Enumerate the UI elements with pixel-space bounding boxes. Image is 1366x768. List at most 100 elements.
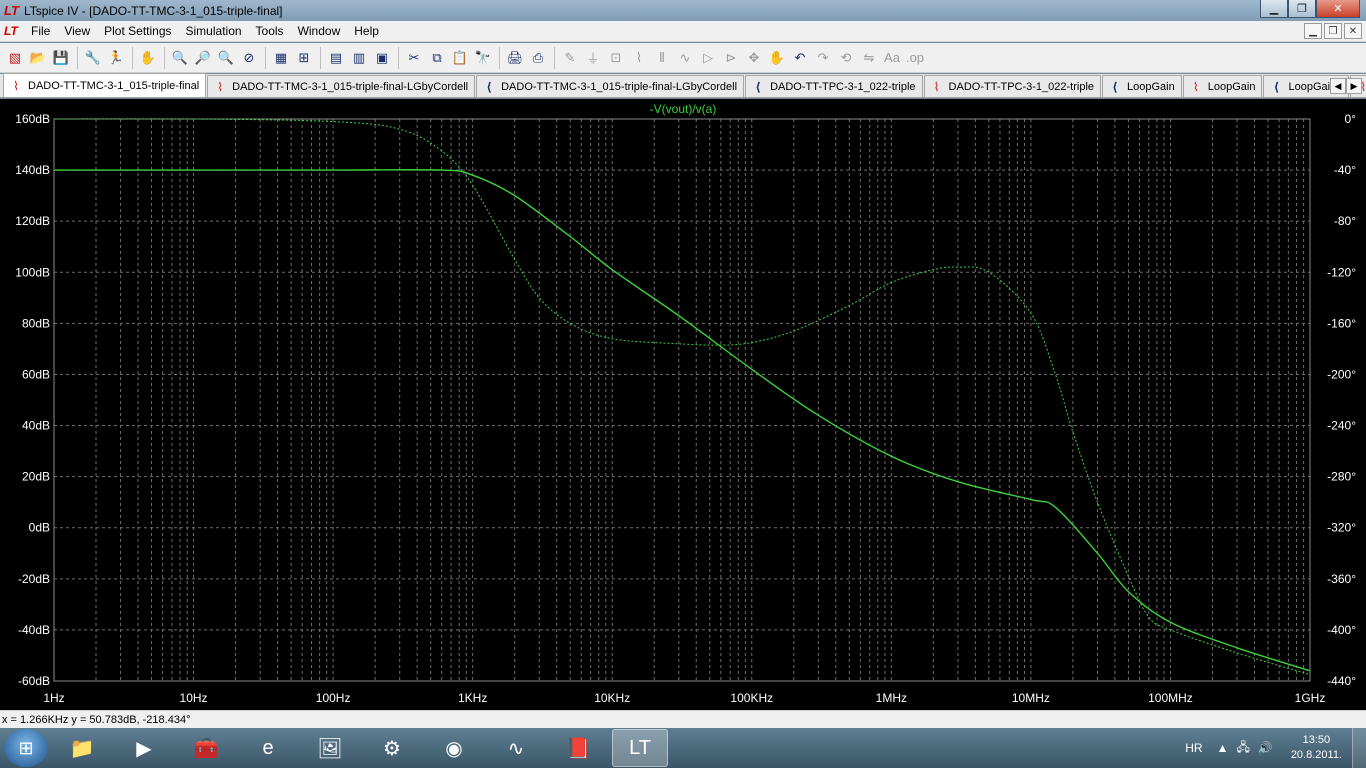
tab-label: LoopGain	[1127, 80, 1175, 93]
doc-restore-button[interactable]: ❐	[1324, 23, 1342, 39]
pinned-apps: 📁 ▶ 🧰 e 🖼 ⚙ ◉ ∿ 📕 LT	[48, 729, 668, 767]
tool-icon[interactable]: ⚙	[364, 729, 420, 767]
toolbar-separator	[77, 46, 78, 69]
tab-label: DADO-TT-TPC-3-1_022-triple	[770, 80, 916, 93]
menu-window[interactable]: Window	[291, 22, 348, 41]
tab-scroll-right-button[interactable]: ▶	[1346, 78, 1362, 94]
tab-6[interactable]: ⟨ LoopGain	[1102, 75, 1182, 97]
component-icon[interactable]: ⊳	[720, 47, 742, 69]
text-icon[interactable]: Aa	[881, 47, 903, 69]
cascade-icon[interactable]: ▥	[348, 47, 370, 69]
tab-4[interactable]: ⟨ DADO-TT-TPC-3-1_022-triple	[745, 75, 923, 97]
y-right-tick-label: -240°	[1327, 419, 1356, 433]
undo-icon[interactable]: ↶	[789, 47, 811, 69]
toolbar-separator	[398, 46, 399, 69]
pan-icon[interactable]: ✋	[137, 47, 159, 69]
doc-close-button[interactable]: ✕	[1344, 23, 1362, 39]
network-icon[interactable]: 🖧	[1236, 738, 1249, 759]
tab-5[interactable]: ⌇ DADO-TT-TPC-3-1_022-triple	[923, 75, 1102, 97]
show-desktop-button[interactable]	[1352, 728, 1366, 768]
copy-icon[interactable]: ⧉	[426, 47, 448, 69]
tab-7[interactable]: ⌇ LoopGain	[1182, 75, 1263, 97]
tab-3[interactable]: ⟨ DADO-TT-TMC-3-1_015-triple-final-LGbyCo…	[476, 75, 745, 97]
waveform-icon: ⌇	[933, 79, 940, 94]
language-indicator[interactable]: HR	[1185, 741, 1202, 755]
move-icon[interactable]: ✥	[743, 47, 765, 69]
explorer-icon[interactable]: 📁	[54, 729, 110, 767]
close-button[interactable]: ✕	[1316, 0, 1360, 18]
menu-view[interactable]: View	[57, 22, 97, 41]
tile-horizontal-icon[interactable]: ▤	[325, 47, 347, 69]
print-icon[interactable]: ⎙	[527, 47, 549, 69]
doc-minimize-button[interactable]: ▁	[1304, 23, 1322, 39]
cut-icon[interactable]: ✂	[403, 47, 425, 69]
mirror-icon[interactable]: ⇋	[858, 47, 880, 69]
find-icon[interactable]: 🔭	[472, 47, 494, 69]
maximize-button[interactable]: ❐	[1288, 0, 1316, 18]
tab-scroll-left-button[interactable]: ◀	[1330, 78, 1346, 94]
plot-background	[0, 99, 1366, 710]
drag-icon[interactable]: ✋	[766, 47, 788, 69]
document-window-controls: ▁ ❐ ✕	[1304, 23, 1362, 39]
zoom-in-icon[interactable]: 🔍	[169, 47, 191, 69]
document-system-icon[interactable]: LT	[4, 24, 20, 38]
clock[interactable]: 13:50 20.8.2011.	[1291, 733, 1342, 763]
y-left-tick-label: 100dB	[15, 265, 50, 279]
autorange-icon[interactable]: ▦	[270, 47, 292, 69]
start-button[interactable]: ⊞	[4, 729, 48, 767]
y-left-tick-label: 60dB	[22, 367, 50, 381]
zoom-out-icon[interactable]: 🔍	[215, 47, 237, 69]
menu-plot-settings[interactable]: Plot Settings	[97, 22, 178, 41]
tray-expand-icon[interactable]: ▲	[1217, 741, 1229, 755]
ltspice-icon[interactable]: LT	[612, 729, 668, 767]
minimize-button[interactable]: ▁	[1260, 0, 1288, 18]
presentation-icon[interactable]: 🖼	[302, 729, 358, 767]
tab-2[interactable]: ⌇ DADO-TT-TMC-3-1_015-triple-final-LGbyCo…	[207, 75, 476, 97]
toolbar-separator	[499, 46, 500, 69]
oscilloscope-icon[interactable]: ∿	[488, 729, 544, 767]
capacitor-icon[interactable]: ⫴	[651, 47, 673, 69]
tab-strip: ⌇ DADO-TT-TMC-3-1_015-triple-final ⌇ DADO-T…	[3, 73, 1366, 97]
menu-file[interactable]: File	[24, 22, 57, 41]
inductor-icon[interactable]: ∿	[674, 47, 696, 69]
waveform-plot-pane[interactable]: 160dB 140dB 120dB 100dB 80dB 60dB 40dB 20dB 0dB -…	[0, 99, 1366, 710]
spice-directive-icon[interactable]: .op	[904, 47, 926, 69]
save-icon[interactable]: 💾	[50, 47, 72, 69]
draw-wire-icon[interactable]: ✎	[559, 47, 581, 69]
diode-icon[interactable]: ▷	[697, 47, 719, 69]
control-panel-icon[interactable]: 🔧	[82, 47, 104, 69]
internet-explorer-icon[interactable]: e	[240, 729, 296, 767]
menu-tools[interactable]: Tools	[249, 22, 291, 41]
print-setup-icon[interactable]: 🖨	[504, 47, 526, 69]
run-icon[interactable]: 🏃	[105, 47, 127, 69]
rotate-icon[interactable]: ⟲	[835, 47, 857, 69]
install-icon[interactable]: 🧰	[178, 729, 234, 767]
menu-simulation[interactable]: Simulation	[179, 22, 249, 41]
zoom-area-icon[interactable]: 🔎	[192, 47, 214, 69]
redo-icon[interactable]: ↷	[812, 47, 834, 69]
paste-icon[interactable]: 📋	[449, 47, 471, 69]
y-right-tick-label: -80°	[1334, 214, 1356, 228]
y-right-tick-label: -200°	[1327, 367, 1356, 381]
close-all-icon[interactable]: ▣	[371, 47, 393, 69]
y-left-tick-label: 140dB	[15, 163, 50, 177]
menu-bar: LT File View Plot Settings Simulation To…	[0, 21, 1366, 42]
clock-date: 20.8.2011.	[1290, 749, 1342, 761]
toolbar-separator	[320, 46, 321, 69]
menu-help[interactable]: Help	[347, 22, 386, 41]
pdf-reader-icon[interactable]: 📕	[550, 729, 606, 767]
new-schematic-icon[interactable]: ▧	[4, 47, 26, 69]
bode-plot[interactable]: 160dB 140dB 120dB 100dB 80dB 60dB 40dB 20dB 0dB -…	[0, 99, 1366, 710]
tab-1[interactable]: ⌇ DADO-TT-TMC-3-1_015-triple-final	[3, 73, 207, 97]
label-net-icon[interactable]: ⊡	[605, 47, 627, 69]
open-icon[interactable]: 📂	[27, 47, 49, 69]
volume-icon[interactable]: 🔊	[1258, 741, 1273, 755]
title-bar[interactable]: LT LTspice IV - [DADO-TT-TMC-3-1_015-tri…	[0, 0, 1366, 21]
zoom-cancel-icon[interactable]: ⊘	[238, 47, 260, 69]
resistor-icon[interactable]: ⌇	[628, 47, 650, 69]
x-tick-label: 1Hz	[43, 691, 64, 705]
antivirus-icon[interactable]: ◉	[426, 729, 482, 767]
fit-icon[interactable]: ⊞	[293, 47, 315, 69]
ground-icon[interactable]: ⏚	[582, 47, 604, 69]
media-player-icon[interactable]: ▶	[116, 729, 172, 767]
